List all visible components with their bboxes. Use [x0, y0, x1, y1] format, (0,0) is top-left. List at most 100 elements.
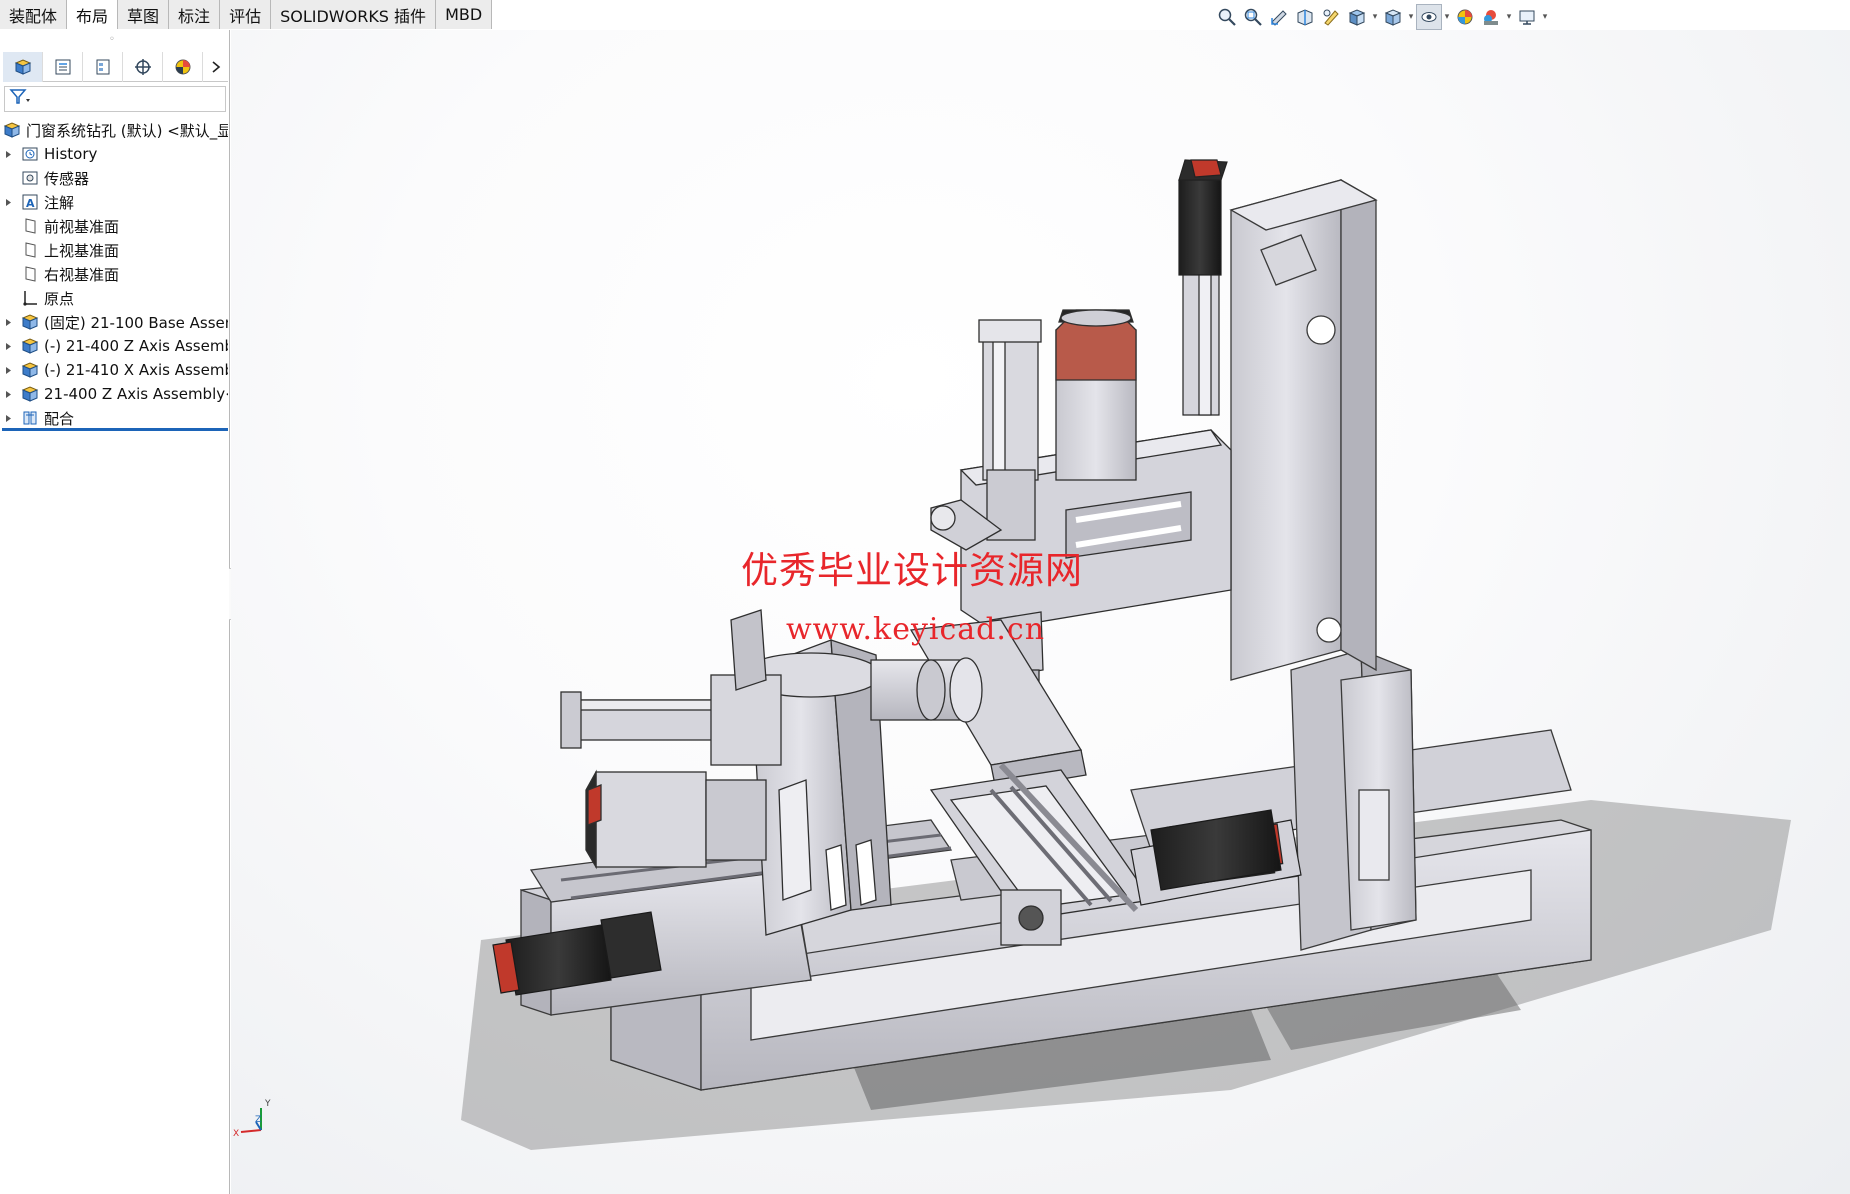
previous-view-icon[interactable] [1266, 4, 1292, 30]
pane-grip-icon[interactable]: ◦ [108, 35, 116, 45]
zoom-to-area-icon[interactable] [1240, 4, 1266, 30]
feature-manager-icon[interactable] [3, 52, 43, 82]
apply-scene-dropdown-icon[interactable]: ▾ [1504, 4, 1514, 30]
feature-manager-pane: ◦ 门窗系统钻孔 (默认) <默认_显示状态-1> History 传感器 A 注解前视… [0, 30, 230, 1194]
tab-mbd[interactable]: MBD [436, 0, 493, 29]
dimxpert-manager-icon[interactable] [123, 52, 163, 82]
configuration-manager-icon[interactable] [83, 52, 123, 82]
feature-tree: 门窗系统钻孔 (默认) <默认_显示状态-1> History 传感器 A 注解前视基准… [2, 118, 228, 430]
rollback-bar[interactable] [2, 428, 228, 431]
tab-evaluate[interactable]: 评估 [220, 0, 272, 29]
watermark-line-1: 优秀毕业设计资源网 [741, 549, 1083, 592]
tab-sketch[interactable]: 草图 [118, 0, 170, 29]
view-orientation-icon[interactable] [1344, 4, 1370, 30]
svg-text:A: A [26, 197, 35, 210]
filter-icon [9, 88, 31, 110]
expand-arrow-icon[interactable] [2, 382, 14, 406]
tree-item-label: 21-400 Z Axis Assembly<2> [44, 385, 228, 403]
tree-item-label: (固定) 21-100 Base Assembly<1> [44, 313, 228, 332]
zoom-to-fit-icon[interactable] [1214, 4, 1240, 30]
tree-item-label: 配合 [44, 409, 75, 428]
tree-item-label: History [44, 145, 98, 163]
triad-x-label: X [233, 1129, 239, 1139]
mates-icon [20, 408, 40, 428]
tree-item[interactable]: 上视基准面 [2, 238, 228, 262]
expand-arrow-icon[interactable] [2, 406, 14, 430]
graphics-area[interactable]: 优秀毕业设计资源网 www.keyicad.cn Y X Z [231, 30, 1850, 1194]
tree-item-label: 传感器 [44, 169, 90, 188]
view-orientation-dropdown-icon[interactable]: ▾ [1370, 4, 1380, 30]
display-style-dropdown-icon[interactable]: ▾ [1406, 4, 1416, 30]
triad-z-label: Z [255, 1115, 261, 1125]
plane-icon [20, 216, 40, 236]
expand-arrow-icon[interactable] [2, 142, 14, 166]
tab-solidworks-addins[interactable]: SOLIDWORKS 插件 [271, 0, 437, 29]
reference-triad: Y X Z [233, 1099, 271, 1139]
dynamic-annotation-icon[interactable] [1318, 4, 1344, 30]
tree-filter[interactable] [4, 86, 226, 112]
tree-item[interactable]: 配合 [2, 406, 228, 430]
assembly-icon [2, 120, 22, 140]
tree-item-label: (-) 21-400 Z Axis Assembly<1> [44, 337, 228, 355]
plane-icon [20, 240, 40, 260]
tree-item-label: 注解 [44, 193, 75, 212]
manager-tabs [3, 52, 228, 82]
tree-item[interactable]: (固定) 21-100 Base Assembly<1> [2, 310, 228, 334]
view-settings-icon[interactable] [1514, 4, 1540, 30]
subassembly-icon [20, 312, 40, 332]
subassembly-icon [20, 336, 40, 356]
tree-item[interactable]: History [2, 142, 228, 166]
z-axis-motor [1178, 159, 1228, 416]
tree-item-label: 前视基准面 [44, 217, 120, 236]
subassembly-icon [20, 384, 40, 404]
section-view-icon[interactable] [1292, 4, 1318, 30]
display-style-icon[interactable] [1380, 4, 1406, 30]
tree-item[interactable]: (-) 21-400 Z Axis Assembly<1> [2, 334, 228, 358]
plane-icon [20, 264, 40, 284]
tree-item[interactable]: A 注解 [2, 190, 228, 214]
hide-show-items-icon[interactable] [1416, 4, 1442, 30]
triad-x-axis [240, 1129, 262, 1133]
tree-item-label: 上视基准面 [44, 241, 120, 260]
tree-item[interactable]: (-) 21-410 X Axis Assembly<1> [2, 358, 228, 382]
tree-item-label: (-) 21-410 X Axis Assembly<1> [44, 361, 228, 379]
expand-arrow-icon[interactable] [2, 334, 14, 358]
subassembly-icon [20, 360, 40, 380]
chevron-right-icon[interactable] [203, 52, 228, 82]
origin-icon [20, 288, 40, 308]
display-manager-icon[interactable] [163, 52, 203, 82]
tab-markup[interactable]: 标注 [169, 0, 221, 29]
heads-up-view-toolbar: ▾ ▾ ▾ ▾ ▾ [1214, 2, 1550, 32]
tree-item-label: 右视基准面 [44, 265, 120, 284]
expand-arrow-icon[interactable] [2, 190, 14, 214]
tree-item-label: 门窗系统钻孔 (默认) <默认_显示状态-1> [26, 121, 228, 140]
tab-layout[interactable]: 布局 [67, 0, 119, 29]
solidworks-window: 装配体 布局 草图 标注 评估 SOLIDWORKS 插件 MBD ▾ ▾ ▾ … [0, 0, 1850, 1194]
watermark-line-2: www.keyicad.cn [786, 612, 1046, 647]
tree-item-label: 原点 [44, 289, 75, 308]
tree-item[interactable]: 右视基准面 [2, 262, 228, 286]
sensor-icon [20, 168, 40, 188]
hide-show-dropdown-icon[interactable]: ▾ [1442, 4, 1452, 30]
expand-arrow-icon[interactable] [2, 310, 14, 334]
property-manager-icon[interactable] [43, 52, 83, 82]
history-icon [20, 144, 40, 164]
view-settings-dropdown-icon[interactable]: ▾ [1540, 4, 1550, 30]
edit-appearance-icon[interactable] [1452, 4, 1478, 30]
expand-arrow-icon[interactable] [2, 358, 14, 382]
triad-y-label: Y [264, 1099, 271, 1109]
command-manager-tabs: 装配体 布局 草图 标注 评估 SOLIDWORKS 插件 MBD [0, 0, 493, 29]
tab-assembly[interactable]: 装配体 [0, 0, 68, 29]
tree-root-assembly[interactable]: 门窗系统钻孔 (默认) <默认_显示状态-1> [2, 118, 228, 142]
tree-item[interactable]: 21-400 Z Axis Assembly<2> [2, 382, 228, 406]
apply-scene-icon[interactable] [1478, 4, 1504, 30]
annotation-icon: A [20, 192, 40, 212]
tree-item[interactable]: 传感器 [2, 166, 228, 190]
tree-item[interactable]: 原点 [2, 286, 228, 310]
tree-item[interactable]: 前视基准面 [2, 214, 228, 238]
